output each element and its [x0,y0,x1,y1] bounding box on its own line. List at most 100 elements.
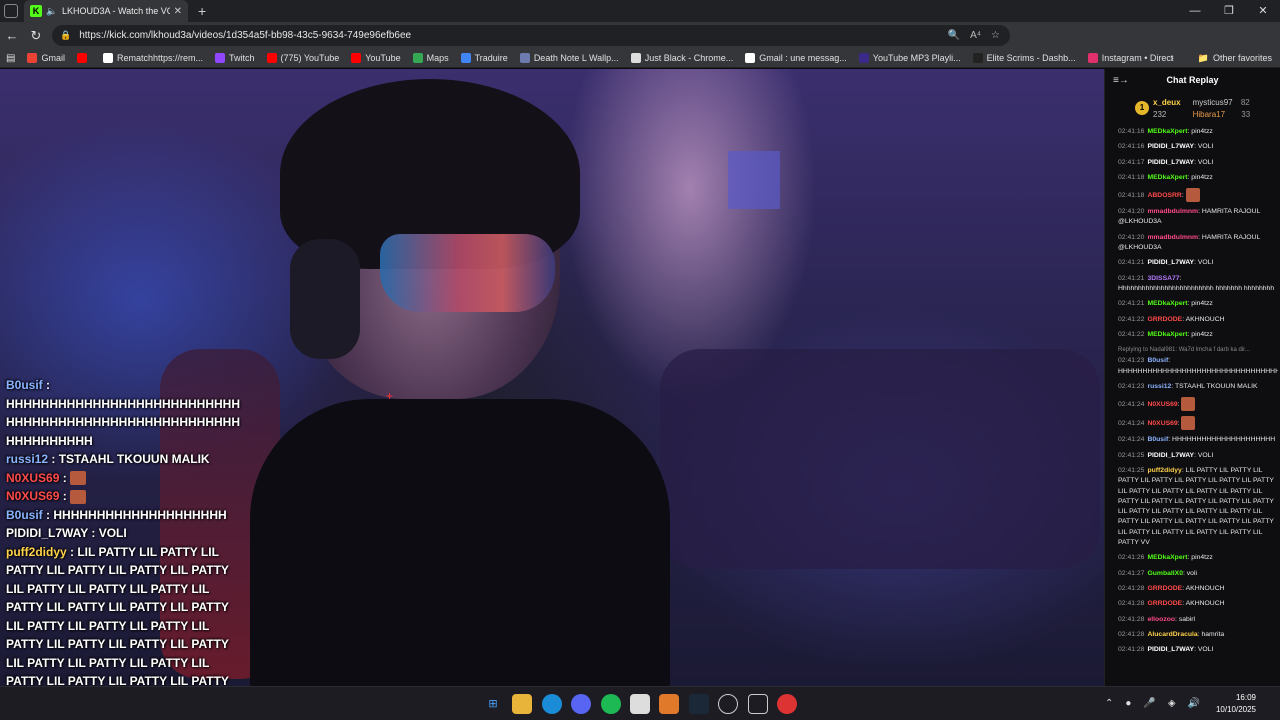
message-username[interactable]: MEDkaXpert [1147,554,1187,561]
zoom-icon[interactable]: 🔍 [948,30,960,41]
reading-list-icon[interactable]: ▤ [6,53,15,64]
chevron-right-icon[interactable]: › [1170,53,1173,64]
bookmark-item[interactable]: Rematchhttps://rem... [102,53,203,63]
refresh-icon[interactable]: ↻ [24,28,48,44]
taskbar-clock[interactable]: 16:09 10/10/2025 [1216,692,1256,716]
chat-message[interactable]: 02:41:28 GRRDODE: AKHNOUCH [1118,599,1278,609]
favorite-star-icon[interactable]: ☆ [991,30,1000,41]
message-username[interactable]: PIDIDI_L7WAY [1147,159,1194,166]
discord-icon[interactable] [571,694,592,714]
message-username[interactable]: B0usif [1147,436,1168,443]
microphone-icon[interactable]: 🎤 [1143,698,1155,709]
message-username[interactable]: B0usif [1147,357,1168,364]
chat-message[interactable]: 02:41:20 mmadbdulmnm: HAMRITA RAJOUL @LKH… [1118,207,1278,228]
leader-third-user[interactable]: Hibara17 [1193,110,1225,119]
leader-second-user[interactable]: mysticus97 [1193,98,1233,107]
app-icon[interactable] [659,694,680,714]
message-username[interactable]: MEDkaXpert [1147,174,1187,181]
app-icon[interactable] [718,694,739,714]
tray-app-icon[interactable]: ● [1125,698,1131,709]
message-username[interactable]: N0XUS69 [1147,420,1177,427]
video-player[interactable]: + B0usif : HHHHHHHHHHHHHHHHHHHHHHHHHHH HH… [0,69,1104,686]
bookmark-item[interactable]: YouTube MP3 Playli... [858,53,961,63]
bookmark-item[interactable]: Maps [412,53,449,63]
message-username[interactable]: MEDkaXpert [1147,300,1187,307]
message-username[interactable]: N0XUS69 [1147,401,1177,408]
chrome-icon[interactable] [776,694,797,714]
edge-browser-icon[interactable] [541,694,562,714]
bookmark-item[interactable]: Gmail [27,53,65,63]
chat-message-list[interactable]: 02:41:16 MEDkaXpert: pin4tzz 02:41:16 PIDID… [1118,127,1278,685]
chat-message[interactable]: 02:41:21 3DISSA77: Hhhhhhhhhhhhhhhhhhhhhh… [1118,274,1278,295]
chat-message[interactable]: 02:41:17 PIDIDI_L7WAY: VOLI [1118,158,1278,168]
message-username[interactable]: elloozoo [1147,616,1175,623]
chat-message[interactable]: 02:41:21 MEDkaXpert: pin4tzz [1118,299,1278,309]
chat-message[interactable]: 02:41:28 PIDIDI_L7WAY: VOLI [1118,645,1278,655]
message-username[interactable]: GRRDODE [1147,600,1182,607]
close-tab-icon[interactable]: ✕ [174,6,182,17]
message-username[interactable]: ABDOSRR [1147,192,1181,199]
workspaces-icon[interactable] [4,4,18,18]
message-username[interactable]: GRRDODE [1147,585,1182,592]
bookmark-item[interactable] [76,53,91,63]
close-window-icon[interactable]: ✕ [1246,0,1280,22]
chat-message[interactable]: 02:41:20 mmadbdulmnm: HAMRITA RAJOUL @LKH… [1118,233,1278,254]
message-username[interactable]: russi12 [1147,383,1171,390]
chat-message[interactable]: 02:41:21 PIDIDI_L7WAY: VOLI [1118,258,1278,268]
chat-message[interactable]: 02:41:28 GRRDODE: AKHNOUCH [1118,584,1278,594]
message-username[interactable]: PIDIDI_L7WAY [1147,646,1194,653]
chat-message[interactable]: 02:41:28 elloozoo: sabirl [1118,615,1278,625]
spotify-icon[interactable] [600,694,621,714]
bookmark-item[interactable]: Death Note L Wallp... [519,53,619,63]
app-icon[interactable] [747,694,768,714]
bookmark-item[interactable]: Just Black - Chrome... [630,53,733,63]
message-username[interactable]: PIDIDI_L7WAY [1147,452,1194,459]
message-username[interactable]: GRRDODE [1147,316,1182,323]
bookmark-item[interactable]: Gmail : une messag... [745,53,847,63]
chat-message[interactable]: 02:41:28 AlucardDracula: hamrita [1118,630,1278,640]
message-username[interactable]: AlucardDracula [1147,631,1197,638]
message-username[interactable]: PIDIDI_L7WAY [1147,143,1194,150]
message-username[interactable]: mmadbdulmnm [1147,208,1198,215]
chat-message[interactable]: 02:41:27 GumballX0: voli [1118,569,1278,579]
chat-message[interactable]: 02:41:18 ABDOSRR: [1118,188,1278,203]
bookmark-item[interactable]: Instagram • Direct [1087,53,1173,63]
steam-icon[interactable] [688,694,709,714]
chat-message[interactable]: 02:41:16 PIDIDI_L7WAY: VOLI [1118,142,1278,152]
windows-start-icon[interactable]: ⊞ [483,694,503,714]
site-info-icon[interactable]: 🔒 [60,30,71,41]
chevron-up-icon[interactable]: ⌃ [1105,698,1113,709]
chat-message[interactable]: 02:41:26 MEDkaXpert: pin4tzz [1118,553,1278,563]
reply-context[interactable]: Replying to Nadal981: Wa7d lmcha f darb … [1118,345,1278,355]
browser-tab[interactable]: K 🔈 LKHOUD3A - Watch the VOD ✕ [24,0,188,22]
maximize-icon[interactable]: ❐ [1212,0,1246,22]
bookmark-item[interactable]: Traduire [460,53,508,63]
microsoft-store-icon[interactable] [629,694,650,714]
speaker-icon[interactable]: 🔈 [46,6,58,17]
new-tab-button[interactable]: + [198,3,206,19]
leader-first-user[interactable]: x_deux [1153,97,1181,109]
read-aloud-icon[interactable]: A⁴ [970,30,981,41]
chat-message[interactable]: Replying to Nadal981: Wa7d lmcha f darb … [1118,345,1278,377]
chat-message[interactable]: 02:41:24 B0usif: HHHHHHHHHHHHHHHHHHHHH [1118,435,1278,445]
message-username[interactable]: MEDkaXpert [1147,128,1187,135]
message-username[interactable]: puff2didyy [1147,467,1181,474]
chat-message[interactable]: 02:41:22 MEDkaXpert: pin4tzz [1118,330,1278,340]
chat-message[interactable]: 02:41:18 MEDkaXpert: pin4tzz [1118,173,1278,183]
chat-message[interactable]: 02:41:22 GRRDODE: AKHNOUCH [1118,315,1278,325]
chat-message[interactable]: 02:41:25 puff2didyy: LIL PATTY LIL PATTY … [1118,466,1278,548]
bookmark-item[interactable]: YouTube [351,53,401,63]
minimize-icon[interactable]: — [1178,0,1212,22]
collapse-chat-icon[interactable]: ≡→ [1113,75,1129,86]
message-username[interactable]: PIDIDI_L7WAY [1147,259,1194,266]
message-username[interactable]: GumballX0 [1147,570,1183,577]
file-explorer-icon[interactable] [512,694,533,714]
bookmark-item[interactable]: Elite Scrims - Dashb... [972,53,1076,63]
message-username[interactable]: mmadbdulmnm [1147,234,1198,241]
chat-message[interactable]: 02:41:24 N0XUS69: [1118,416,1278,431]
bookmark-item[interactable]: (775) YouTube [266,53,339,63]
volume-icon[interactable]: 🔊 [1188,698,1200,709]
wifi-icon[interactable]: ◈ [1168,698,1176,709]
bookmark-item[interactable]: Twitch [215,53,255,63]
chat-message[interactable]: 02:41:25 PIDIDI_L7WAY: VOLI [1118,451,1278,461]
